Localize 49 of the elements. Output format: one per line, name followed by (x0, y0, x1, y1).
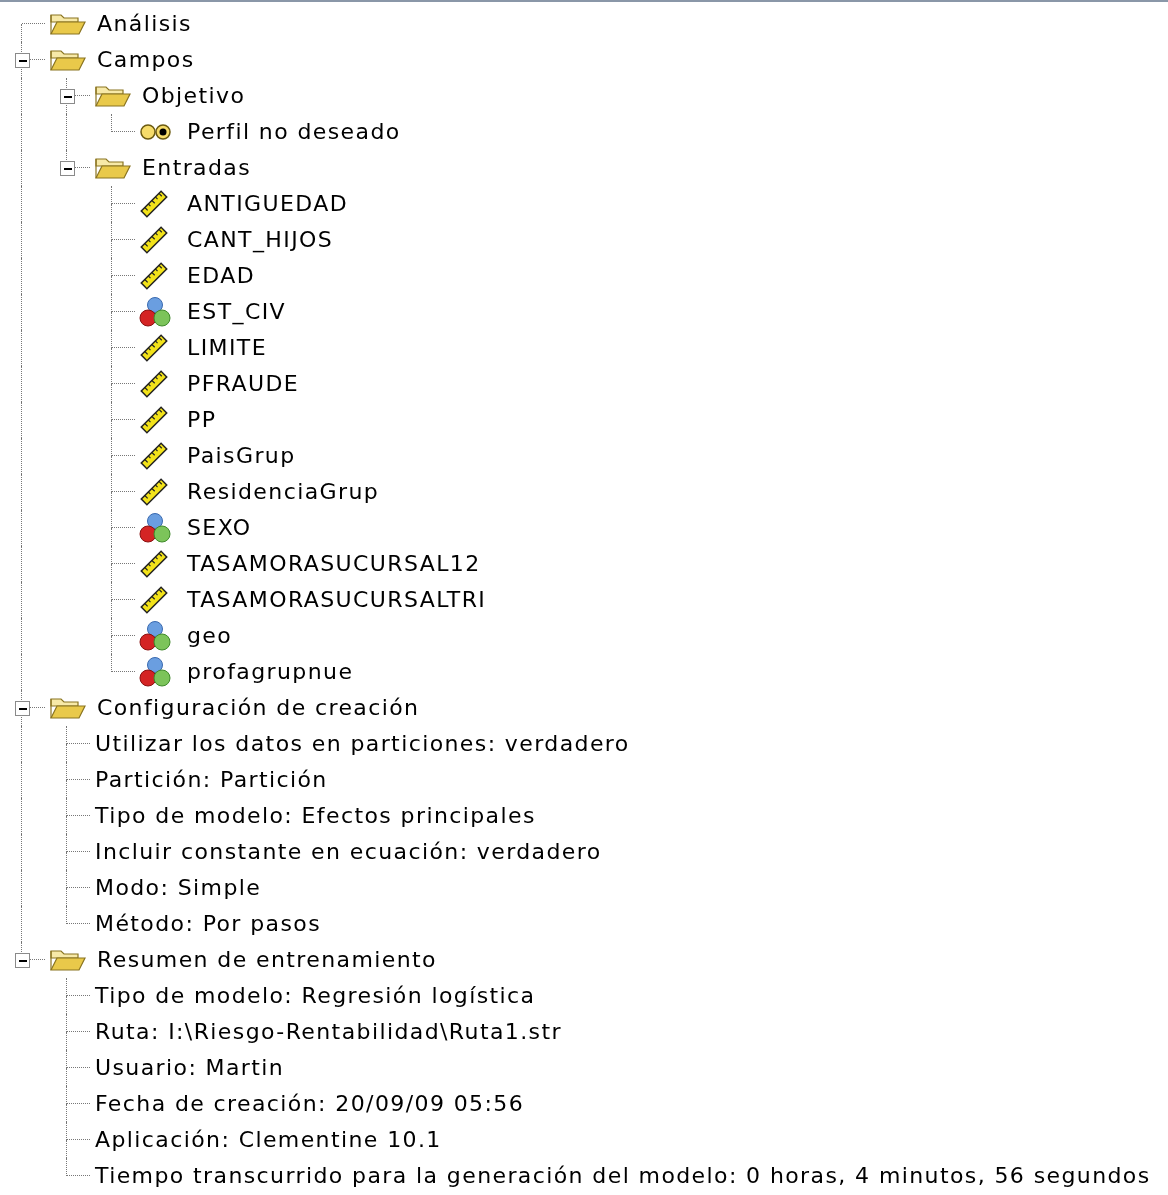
tree-node-label[interactable]: ANTIGUEDAD (187, 193, 349, 215)
tree-node-label[interactable]: Incluir constante en ecuación: verdadero (95, 841, 602, 863)
tree-node-label[interactable]: Configuración de creación (97, 697, 420, 719)
tree-node-label[interactable]: EDAD (187, 265, 256, 287)
balls-icon (139, 620, 171, 652)
tree-node-label[interactable]: Tipo de modelo: Regresión logística (95, 985, 536, 1007)
tree-node-label[interactable]: Aplicación: Clementine 10.1 (95, 1129, 442, 1151)
tree-toggle[interactable] (15, 53, 30, 68)
tree-node-label[interactable]: profagrupnue (187, 661, 354, 683)
tree-node-label[interactable]: Partición: Partición (95, 769, 328, 791)
tree-node-label[interactable]: Tiempo transcurrido para la generación del modelo: 0 horas, 4 minutos, 56 segundos (95, 1165, 1151, 1187)
balls-icon (139, 656, 171, 688)
tree-node-label[interactable]: CANT_HIJOS (187, 229, 334, 251)
tree-toggle[interactable] (60, 89, 75, 104)
tree-toggle[interactable] (60, 161, 75, 176)
tree-node-label[interactable]: Fecha de creación: 20/09/09 05:56 (95, 1093, 525, 1115)
tree-node-label[interactable]: Usuario: Martin (95, 1057, 285, 1079)
tree-node-label[interactable]: TASAMORASUCURSALTRI (187, 589, 487, 611)
tree-node-label[interactable]: TASAMORASUCURSAL12 (187, 553, 481, 575)
tree-node-label[interactable]: Modo: Simple (95, 877, 262, 899)
folder-icon (94, 84, 132, 108)
folder-icon (94, 156, 132, 180)
target-icon (139, 123, 173, 141)
folder-icon (49, 696, 87, 720)
tree-toggle[interactable] (15, 953, 30, 968)
tree-node-label[interactable]: Perfil no deseado (187, 121, 401, 143)
tree-node-label[interactable]: Utilizar los datos en particiones: verdadero (95, 733, 630, 755)
folder-icon (49, 12, 87, 36)
tree-toggle[interactable] (15, 701, 30, 716)
tree-node-label[interactable]: Análisis (97, 13, 192, 35)
tree-node-label[interactable]: LIMITE (187, 337, 267, 359)
balls-icon (139, 512, 171, 544)
tree-node-label[interactable]: geo (187, 625, 233, 647)
tree-node-label[interactable]: Objetivo (142, 85, 246, 107)
folder-icon (49, 948, 87, 972)
tree-node-label[interactable]: Entradas (142, 157, 252, 179)
tree-node-label[interactable]: EST_CIV (187, 301, 286, 323)
balls-icon (139, 296, 171, 328)
folder-icon (49, 48, 87, 72)
tree-node-label[interactable]: Campos (97, 49, 195, 71)
tree-node-label[interactable]: PP (187, 409, 217, 431)
tree-node-label[interactable]: Tipo de modelo: Efectos principales (95, 805, 536, 827)
tree-node-label[interactable]: ResidenciaGrup (187, 481, 380, 503)
tree-node-label[interactable]: SEXO (187, 517, 252, 539)
tree-node-label[interactable]: PFRAUDE (187, 373, 300, 395)
tree-node-label[interactable]: Resumen de entrenamiento (97, 949, 437, 971)
tree-node-label[interactable]: PaisGrup (187, 445, 296, 467)
tree-node-label[interactable]: Método: Por pasos (95, 913, 322, 935)
tree-node-label[interactable]: Ruta: I:\Riesgo-Rentabilidad\Ruta1.str (95, 1021, 562, 1043)
